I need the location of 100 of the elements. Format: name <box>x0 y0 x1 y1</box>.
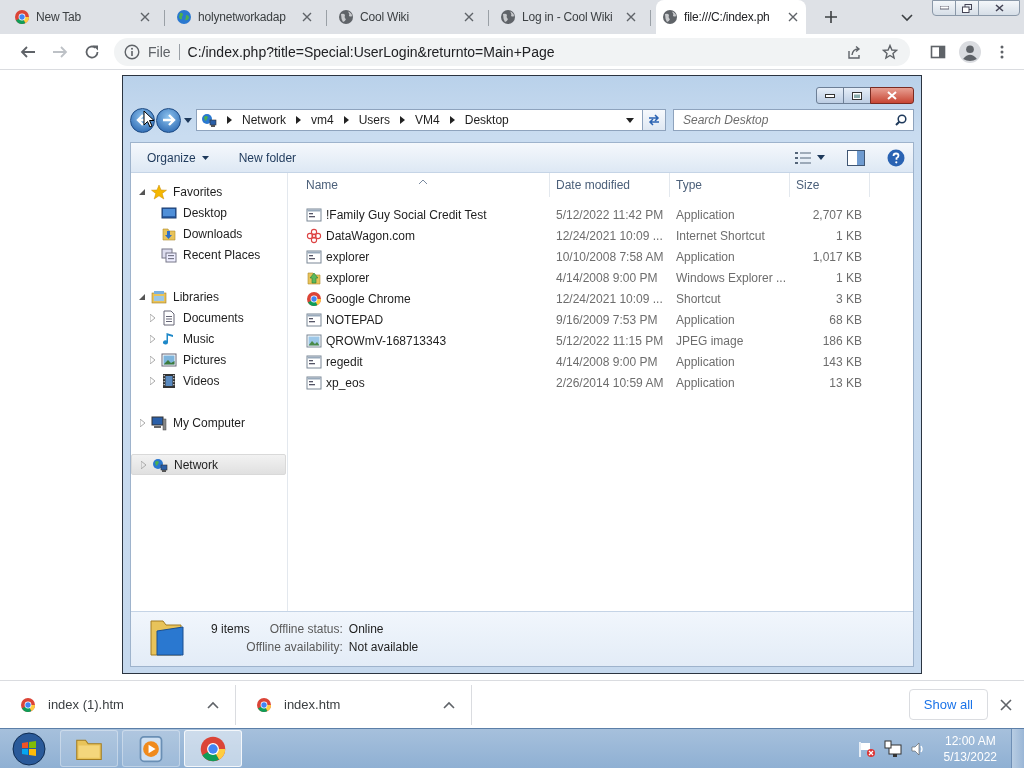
item-count: 9 items <box>211 622 250 636</box>
close-icon[interactable] <box>788 12 798 22</box>
detail-value: Not available <box>348 640 419 654</box>
search-field[interactable]: Search Desktop <box>681 112 895 128</box>
nav-pane-item[interactable]: Pictures <box>131 349 287 370</box>
close-icon[interactable] <box>302 12 312 22</box>
network-computer-icon[interactable] <box>883 739 902 758</box>
speaker-icon[interactable] <box>909 740 926 757</box>
date-cell-text: 4/14/2008 9:00 PM <box>555 354 659 369</box>
caret-up-icon[interactable] <box>207 700 219 709</box>
star-icon <box>151 183 167 200</box>
star-outline-icon[interactable] <box>882 43 898 60</box>
chevron-down-icon[interactable] <box>901 14 913 22</box>
file-name[interactable]: regedit <box>326 354 363 369</box>
column-header[interactable]: Size <box>790 173 870 197</box>
column-header[interactable]: Date modified <box>550 173 670 197</box>
expanded-arrow-icon[interactable] <box>139 188 145 195</box>
breadcrumb-item[interactable]: Desktop <box>464 113 509 127</box>
nav-pane-item[interactable]: Network <box>131 454 286 475</box>
forward-button[interactable] <box>156 107 181 133</box>
chevron-right-icon[interactable] <box>400 116 406 124</box>
file-name[interactable]: explorer <box>326 270 370 285</box>
file-name[interactable]: DataWagon.com <box>326 228 415 243</box>
nav-pane-item[interactable]: Downloads <box>131 223 287 244</box>
nav-pane-item[interactable]: Desktop <box>131 202 287 223</box>
download-item[interactable]: index.htm <box>236 684 472 725</box>
maximize-button[interactable] <box>843 87 871 104</box>
nav-pane-item[interactable]: Documents <box>131 307 287 328</box>
nav-pane-item[interactable]: Libraries <box>131 286 287 307</box>
chevron-right-icon[interactable] <box>227 116 232 124</box>
dropdown-icon[interactable] <box>626 117 634 123</box>
computer-icon <box>151 414 167 431</box>
nav-pane-item[interactable]: My Computer <box>131 412 287 433</box>
toolbar-button[interactable]: Organize <box>139 147 217 168</box>
network-icon <box>152 456 168 473</box>
nav-pane-item[interactable]: Music <box>131 328 287 349</box>
date-cell-text: 12/24/2021 10:09 ... <box>555 291 664 306</box>
date-cell-text: 12/24/2021 10:09 ... <box>555 228 664 243</box>
chevron-right-icon[interactable] <box>343 116 349 124</box>
show-all-button[interactable]: Show all <box>908 689 988 720</box>
document-icon <box>161 309 177 326</box>
reload-icon[interactable] <box>84 43 100 60</box>
side-panel-icon[interactable] <box>930 43 946 60</box>
file-name[interactable]: !Family Guy Social Credit Test <box>326 207 487 222</box>
size-cell-text: 1,017 KB <box>811 249 863 264</box>
address-bar[interactable]: File C:/index.php?title=Special:UserLogin&returnto=Main+Page <box>114 37 910 66</box>
file-name[interactable]: xp_eos <box>326 375 365 390</box>
search-field[interactable]: Search Desktop <box>673 109 914 131</box>
minimize-icon <box>825 93 835 98</box>
preview-pane-icon[interactable] <box>847 149 865 166</box>
restore-button[interactable] <box>955 0 979 16</box>
column-header[interactable]: Type <box>670 173 790 197</box>
chrome-icon <box>306 290 322 307</box>
help-icon[interactable] <box>887 148 905 167</box>
dropdown-icon[interactable] <box>184 117 192 123</box>
file-name[interactable]: Google Chrome <box>326 291 411 306</box>
refresh-button[interactable] <box>642 110 665 130</box>
download-item[interactable]: index (1).htm <box>0 684 236 725</box>
back-icon[interactable] <box>20 43 36 60</box>
breadcrumb-item[interactable]: vm4 <box>311 113 334 127</box>
chevron-right-icon[interactable] <box>296 116 301 124</box>
chevron-right-icon[interactable] <box>449 116 455 124</box>
minimize-button[interactable] <box>816 87 844 104</box>
caret-up-icon[interactable] <box>443 700 455 709</box>
view-options-icon[interactable] <box>795 150 811 165</box>
globe-icon <box>662 9 678 25</box>
close-button[interactable] <box>978 0 1020 16</box>
caret-icon[interactable] <box>817 155 825 160</box>
folder-shortcut-icon <box>306 269 322 286</box>
avatar-icon[interactable] <box>959 40 981 63</box>
close-icon[interactable] <box>626 12 636 22</box>
breadcrumb-item[interactable]: Network <box>242 113 286 127</box>
close-icon[interactable] <box>1000 698 1012 711</box>
close-icon[interactable] <box>140 12 150 22</box>
file-name[interactable]: QROWmV-168713343 <box>326 333 447 348</box>
start-orb-icon[interactable] <box>12 731 46 766</box>
taskbar-button[interactable] <box>184 730 242 767</box>
address-bar[interactable]: Network vm4 Users VM4 Desktop <box>196 109 666 131</box>
globe-icon <box>500 9 516 25</box>
browser-tab[interactable]: file:///C:/index.ph <box>656 0 806 34</box>
application-icon <box>306 374 322 391</box>
file-name[interactable]: NOTEPAD <box>326 312 384 327</box>
toolbar-button[interactable]: New folder <box>230 147 305 168</box>
globe-icon <box>338 9 354 25</box>
close-icon[interactable] <box>464 12 474 22</box>
nav-pane-item[interactable]: Videos <box>131 370 287 391</box>
file-name[interactable]: explorer <box>326 249 370 264</box>
type-cell-text: Application <box>675 249 736 264</box>
breadcrumb-item[interactable]: Users <box>358 113 391 127</box>
column-header[interactable]: Name <box>288 173 550 197</box>
flag-icon[interactable] <box>857 739 876 758</box>
size-cell-text: 68 KB <box>828 312 863 327</box>
expanded-arrow-icon[interactable] <box>139 293 145 300</box>
new-tab-icon[interactable] <box>824 10 838 24</box>
breadcrumb-item[interactable]: VM4 <box>415 113 440 127</box>
nav-pane-item[interactable]: Recent Places <box>131 244 287 265</box>
nav-pane-item[interactable]: Favorites <box>131 181 287 202</box>
size-cell-text: 143 KB <box>821 354 863 369</box>
close-button[interactable] <box>870 87 914 104</box>
share-icon[interactable] <box>846 43 862 60</box>
